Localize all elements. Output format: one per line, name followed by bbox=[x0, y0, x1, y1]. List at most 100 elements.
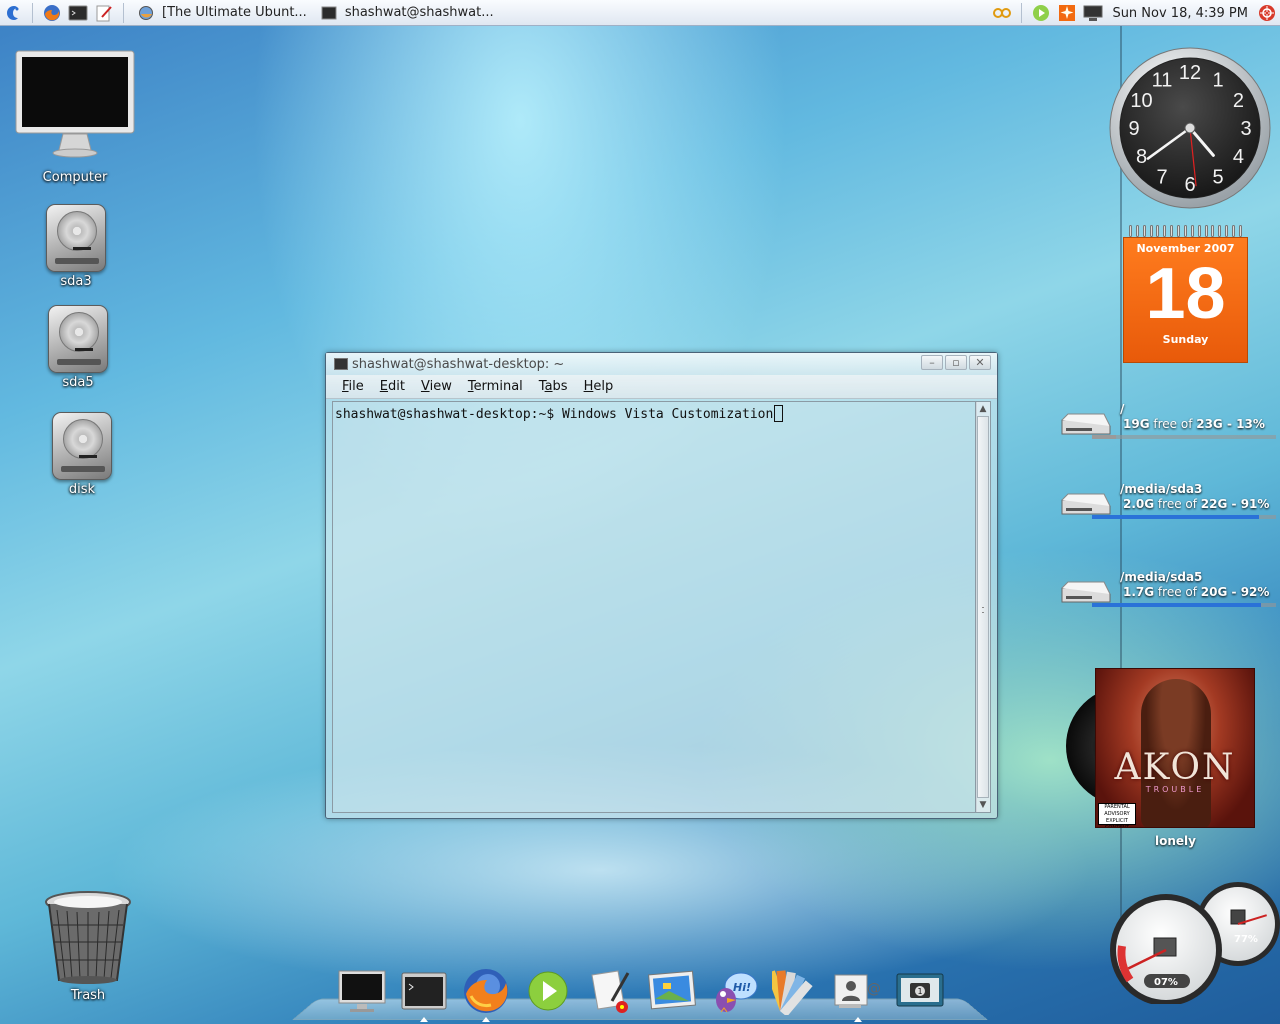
desktop-icon-sda5[interactable]: sda5 bbox=[18, 305, 138, 390]
desktop-icon-label: Computer bbox=[42, 170, 108, 185]
terminal-prompt: shashwat@shashwat-desktop:~$ bbox=[335, 407, 562, 422]
disk-usage-widget-sda3[interactable]: /media/sda3 2.0G free of 22G - 91% bbox=[1058, 482, 1278, 526]
calendar-day: 18 bbox=[1145, 254, 1226, 334]
clock-numeral: 7 bbox=[1156, 166, 1167, 188]
calendar-widget[interactable]: November 2007 18 Sunday bbox=[1123, 225, 1248, 363]
text-editor-launcher-icon[interactable] bbox=[93, 3, 115, 23]
dock-item-screenshot[interactable]: 1 bbox=[893, 964, 947, 1018]
terminal-launcher-icon[interactable] bbox=[67, 3, 89, 23]
calendar-binding bbox=[1123, 225, 1248, 237]
desktop-icon-trash[interactable]: Trash bbox=[28, 890, 148, 1003]
contacts-icon: @ bbox=[834, 974, 881, 1008]
dock-item-pidgin[interactable]: Hi! bbox=[707, 964, 761, 1018]
panel-clock[interactable]: Sun Nov 18, 4:39 PM bbox=[1112, 6, 1248, 21]
maximize-button[interactable]: ▫ bbox=[945, 355, 967, 370]
window-controls: – ▫ ✕ bbox=[921, 355, 991, 370]
color-palette-icon bbox=[772, 970, 813, 1015]
disk-usage-bar bbox=[1092, 435, 1276, 439]
computer-icon bbox=[338, 970, 386, 1012]
clock-numeral: 10 bbox=[1130, 90, 1152, 112]
menu-tabs[interactable]: Tabs bbox=[539, 379, 568, 394]
memory-gauge-value: 77% bbox=[1234, 934, 1258, 945]
disk-usage-fill bbox=[1092, 515, 1260, 519]
taskbar-item-terminal[interactable]: shashwat@shashwat... bbox=[313, 2, 500, 24]
dock-item-text-editor[interactable] bbox=[583, 964, 637, 1018]
update-notifier-icon[interactable] bbox=[1056, 3, 1078, 23]
computer-icon bbox=[15, 50, 135, 158]
system-gauges-widget[interactable]: 77% 07% bbox=[1108, 876, 1280, 1004]
disk-usage-widget-sda5[interactable]: /media/sda5 1.7G free of 20G - 92% bbox=[1058, 570, 1278, 614]
clock-center-pin bbox=[1184, 122, 1196, 134]
menu-edit[interactable]: Edit bbox=[380, 379, 405, 394]
dock: Hi! @ 1 bbox=[335, 962, 947, 1022]
menu-help[interactable]: Help bbox=[584, 379, 614, 394]
dock-item-firefox[interactable] bbox=[459, 964, 513, 1022]
menu-file[interactable]: File bbox=[342, 379, 364, 394]
scroll-down-arrow[interactable]: ▼ bbox=[976, 798, 990, 812]
menu-terminal[interactable]: Terminal bbox=[468, 379, 523, 394]
desktop-icon-sda3[interactable]: sda3 bbox=[16, 204, 136, 289]
taskbar-item-label: [The Ultimate Ubunt... bbox=[162, 5, 307, 20]
disk-usage-bar bbox=[1092, 515, 1276, 519]
dock-item-color-palette[interactable] bbox=[769, 964, 823, 1018]
taskbar-item-browser[interactable]: [The Ultimate Ubunt... bbox=[130, 2, 313, 24]
menu-view[interactable]: View bbox=[421, 379, 452, 394]
dock-item-image-viewer[interactable] bbox=[645, 964, 699, 1018]
svg-text:1: 1 bbox=[918, 987, 923, 996]
panel-separator bbox=[123, 2, 124, 23]
dock-item-computer[interactable] bbox=[335, 964, 389, 1018]
now-playing-track: lonely bbox=[1155, 834, 1196, 848]
pidgin-icon: Hi! bbox=[716, 972, 758, 1013]
minimize-button[interactable]: – bbox=[921, 355, 943, 370]
shutdown-icon[interactable] bbox=[1256, 3, 1278, 23]
terminal-scrollbar[interactable]: ▲ ▼ bbox=[975, 401, 991, 813]
disk-usage-widget-root[interactable]: / 19G free of 23G - 13% bbox=[1058, 402, 1278, 446]
running-indicator bbox=[854, 1017, 862, 1022]
dock-item-contacts[interactable]: @ bbox=[831, 964, 885, 1022]
cpu-gauge-value: 07% bbox=[1154, 977, 1178, 988]
terminal-line: shashwat@shashwat-desktop:~$ Windows Vis… bbox=[333, 402, 976, 425]
close-button[interactable]: ✕ bbox=[969, 355, 991, 370]
window-title: shashwat@shashwat-desktop: ~ bbox=[352, 356, 565, 372]
scroll-up-arrow[interactable]: ▲ bbox=[976, 402, 990, 416]
clock-numeral: 3 bbox=[1240, 118, 1251, 140]
analog-clock-widget[interactable]: 12 12 3 45678 9 1011 bbox=[1108, 46, 1272, 210]
svg-text:@: @ bbox=[867, 981, 881, 997]
image-viewer-icon bbox=[648, 970, 696, 1010]
running-indicator bbox=[420, 1017, 428, 1022]
desktop-icon-disk[interactable]: disk bbox=[22, 412, 142, 497]
disk-usage-text: 19G free of 23G - 13% bbox=[1123, 417, 1265, 431]
scrollbar-thumb[interactable] bbox=[977, 416, 989, 798]
desktop-icon-label: sda5 bbox=[62, 375, 94, 390]
album-cover-subtitle: TROUBLE bbox=[1145, 785, 1205, 794]
clock-numeral: 4 bbox=[1233, 146, 1244, 168]
parental-advisory-label: PARENTAL ADVISORY EXPLICIT CONTENT bbox=[1098, 803, 1136, 827]
clock-numeral: 1 bbox=[1212, 70, 1223, 92]
terminal-window: shashwat@shashwat-desktop: ~ – ▫ ✕ File … bbox=[325, 352, 998, 819]
firefox-launcher-icon[interactable] bbox=[41, 3, 63, 23]
taskbar-item-label: shashwat@shashwat... bbox=[344, 5, 494, 20]
running-indicator bbox=[482, 1017, 490, 1022]
hard-disk-icon bbox=[52, 412, 112, 480]
trash-icon bbox=[45, 891, 131, 984]
album-cover: AKON TROUBLE PARENTAL ADVISORY EXPLICIT … bbox=[1095, 668, 1255, 828]
desktop-icon-label: sda3 bbox=[60, 274, 92, 289]
network-icon[interactable] bbox=[991, 3, 1013, 23]
media-player-tray-icon[interactable] bbox=[1030, 3, 1052, 23]
disk-path: / bbox=[1120, 402, 1125, 416]
dock-item-terminal[interactable] bbox=[397, 964, 451, 1022]
main-menu-icon[interactable] bbox=[2, 3, 24, 23]
disk-usage-text: 1.7G free of 20G - 92% bbox=[1123, 585, 1270, 599]
terminal-cursor bbox=[774, 405, 784, 422]
text-editor-icon bbox=[591, 970, 630, 1013]
dock-item-media-player[interactable] bbox=[521, 964, 575, 1018]
window-titlebar[interactable]: shashwat@shashwat-desktop: ~ – ▫ ✕ bbox=[326, 353, 997, 375]
terminal-output[interactable]: shashwat@shashwat-desktop:~$ Windows Vis… bbox=[332, 401, 977, 813]
desktop-icon-computer[interactable]: Computer bbox=[15, 50, 135, 185]
disk-path: /media/sda5 bbox=[1120, 570, 1203, 584]
now-playing-widget[interactable]: AKON TROUBLE PARENTAL ADVISORY EXPLICIT … bbox=[1066, 668, 1256, 830]
panel-separator bbox=[32, 2, 33, 23]
display-settings-icon[interactable] bbox=[1082, 3, 1104, 23]
desktop-icon-label: disk bbox=[68, 482, 96, 497]
hard-disk-icon bbox=[46, 204, 106, 272]
